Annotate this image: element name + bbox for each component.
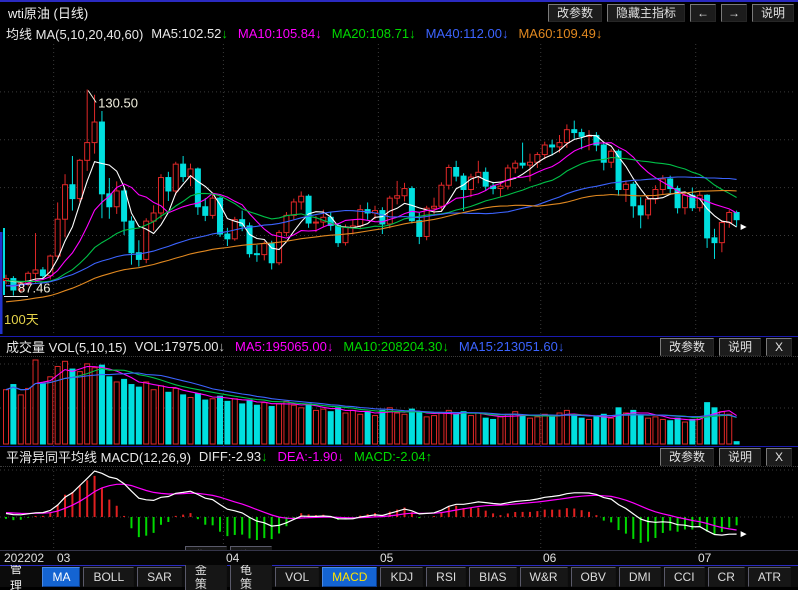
- svg-text:87.46: 87.46: [18, 281, 51, 296]
- down-arrow-icon: ↓: [596, 26, 603, 41]
- svg-text:130.50: 130.50: [98, 95, 138, 110]
- ma-params-label: 均线 MA(5,10,20,40,60): [6, 24, 143, 43]
- title-bar: wti原油 (日线) 改参数 隐藏主指标 ← → 说明: [0, 0, 798, 23]
- main-price-chart[interactable]: 130.50 87.46 100天: [0, 44, 798, 336]
- ma-value-item-2: MA20:108.71↓: [332, 26, 416, 41]
- macd-chart[interactable]: [0, 467, 798, 550]
- time-axis: 202202 03 04 05 06 07: [0, 550, 798, 565]
- macd-params-label: 平滑异同平均线 MACD(12,26,9): [6, 447, 191, 466]
- volume-header: 成交量 VOL(5,10,15) VOL:17975.00↓ MA5:195065…: [0, 336, 798, 357]
- vol-value-item-0: VOL:17975.00↓: [135, 339, 225, 354]
- ma-info-bar: 均线 MA(5,10,20,40,60) MA5:102.52↓ MA10:105…: [0, 23, 798, 44]
- tab-obv[interactable]: OBV: [571, 567, 616, 587]
- macd-values: DIFF:-2.93↓ DEA:-1.90↓ MACD:-2.04↑: [199, 449, 442, 464]
- macd-close-button[interactable]: X: [766, 448, 792, 466]
- tab-boll[interactable]: BOLL: [83, 567, 134, 587]
- axis-label-06: 06: [543, 551, 556, 565]
- down-arrow-icon: ↓: [502, 26, 509, 41]
- candles-layer: [4, 89, 740, 295]
- tab-vol[interactable]: VOL: [275, 567, 319, 587]
- down-arrow-icon: ↓: [558, 339, 565, 354]
- indicator-tab-bar: 管理 MABOLLSAR集金策略海龟策略VOLMACDKDJRSIBIASW&R…: [0, 565, 798, 587]
- macd-lines-layer: [6, 471, 747, 537]
- tab-atr[interactable]: ATR: [748, 567, 791, 587]
- axis-label-05: 05: [380, 551, 393, 565]
- vol-value-item-1: MA5:195065.00↓: [235, 339, 333, 354]
- down-arrow-icon: ↓: [261, 449, 268, 464]
- hide-main-indicator-button[interactable]: 隐藏主指标: [607, 4, 685, 22]
- down-arrow-icon: ↓: [221, 26, 228, 41]
- help-button[interactable]: 说明: [752, 4, 794, 22]
- ma-values: MA5:102.52↓ MA10:105.84↓ MA20:108.71↓ MA40:…: [151, 26, 612, 41]
- tab-dmi[interactable]: DMI: [619, 567, 661, 587]
- ma-lines-layer: [6, 135, 747, 301]
- volume-close-button[interactable]: X: [766, 338, 792, 356]
- tab-bias[interactable]: BIAS: [469, 567, 516, 587]
- axis-label-03: 03: [57, 551, 70, 565]
- ma-value-item-3: MA40:112.00↓: [426, 26, 509, 41]
- up-arrow-icon: ↑: [426, 449, 433, 464]
- down-arrow-icon: ↓: [409, 26, 416, 41]
- volume-change-params-button[interactable]: 改参数: [660, 338, 714, 356]
- tab-kdj[interactable]: KDJ: [380, 567, 423, 587]
- tab-cr[interactable]: CR: [708, 567, 745, 587]
- vol-value-item-2: MA10:208204.30↓: [343, 339, 449, 354]
- down-arrow-icon: ↓: [338, 449, 345, 464]
- tab-macd[interactable]: MACD: [322, 567, 377, 587]
- volume-bars-layer: [4, 360, 740, 444]
- page-title: wti原油 (日线): [4, 3, 88, 22]
- axis-label-04: 04: [226, 551, 239, 565]
- macd-value-item-0: DIFF:-2.93↓: [199, 449, 268, 464]
- vol-value-item-3: MA15:213051.60↓: [459, 339, 565, 354]
- ma-value-item-4: MA60:109.49↓: [518, 26, 602, 41]
- macd-value-item-2: MACD:-2.04↑: [354, 449, 432, 464]
- macd-change-params-button[interactable]: 改参数: [660, 448, 714, 466]
- macd-value-item-1: DEA:-1.90↓: [278, 449, 344, 464]
- tab-ma[interactable]: MA: [42, 567, 80, 587]
- arrow-right-icon[interactable]: →: [721, 4, 747, 22]
- axis-label-07: 07: [698, 551, 711, 565]
- down-arrow-icon: ↓: [327, 339, 334, 354]
- down-arrow-icon: ↓: [219, 339, 226, 354]
- macd-header: 平滑异同平均线 MACD(12,26,9) DIFF:-2.93↓ DEA:-1.…: [0, 446, 798, 467]
- annotations-layer: 130.50 87.46 100天: [4, 90, 138, 327]
- svg-text:100天: 100天: [4, 312, 39, 327]
- volume-help-button[interactable]: 说明: [719, 338, 761, 356]
- change-params-button[interactable]: 改参数: [548, 4, 602, 22]
- tab-rsi[interactable]: RSI: [426, 567, 466, 587]
- axis-label-202202: 202202: [4, 551, 44, 565]
- macd-help-button[interactable]: 说明: [719, 448, 761, 466]
- down-arrow-icon: ↓: [442, 339, 449, 354]
- arrow-left-icon[interactable]: ←: [690, 4, 716, 22]
- tab-cci[interactable]: CCI: [664, 567, 705, 587]
- volume-values: VOL:17975.00↓ MA5:195065.00↓ MA10:208204.3…: [135, 339, 575, 354]
- down-arrow-icon: ↓: [315, 26, 322, 41]
- tab-sar[interactable]: SAR: [137, 567, 182, 587]
- ma-value-item-1: MA10:105.84↓: [238, 26, 322, 41]
- volume-chart[interactable]: [0, 357, 798, 446]
- diff-trend-arrow-icon: [741, 531, 747, 537]
- ma-value-item-0: MA5:102.52↓: [151, 26, 228, 41]
- volume-params-label: 成交量 VOL(5,10,15): [6, 337, 127, 356]
- tab-w&r[interactable]: W&R: [520, 567, 568, 587]
- ma5-trend-arrow-icon: [741, 224, 747, 230]
